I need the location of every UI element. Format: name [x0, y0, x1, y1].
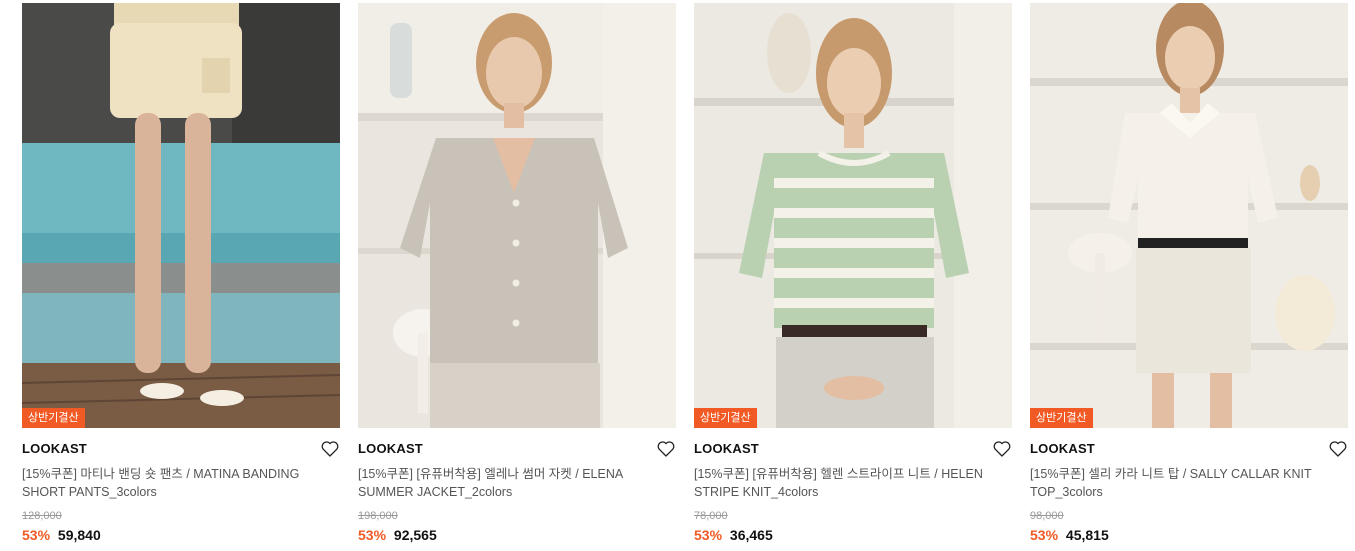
- product-title[interactable]: [15%쿠폰] 셀리 카라 니트 탑 / SALLY CALLAR KNIT T…: [1030, 465, 1348, 501]
- heart-outline-icon[interactable]: [1328, 439, 1348, 459]
- price-line: 53% 45,815: [1030, 526, 1348, 544]
- brand-name[interactable]: LOOKAST: [694, 441, 1012, 457]
- brand-name[interactable]: LOOKAST: [1030, 441, 1348, 457]
- product-card[interactable]: 상반기결산 LOOKAST [15%쿠폰] [유퓨버착용] 헬렌 스트라이프 니…: [694, 3, 1012, 544]
- price-line: 53% 36,465: [694, 526, 1012, 544]
- event-badge: 상반기결산: [1030, 408, 1093, 428]
- price-line: 53% 92,565: [358, 526, 676, 544]
- heart-outline-icon[interactable]: [656, 439, 676, 459]
- product-photo-shorts: [22, 3, 340, 428]
- product-image[interactable]: [358, 3, 676, 428]
- product-card[interactable]: LOOKAST [15%쿠폰] [유퓨버착용] 엘레나 썸머 자켓 / ELEN…: [358, 3, 676, 544]
- product-info: LOOKAST [15%쿠폰] [유퓨버착용] 헬렌 스트라이프 니트 / HE…: [694, 428, 1012, 544]
- product-info: LOOKAST [15%쿠폰] [유퓨버착용] 엘레나 썸머 자켓 / ELEN…: [358, 428, 676, 544]
- product-photo-jacket: [358, 3, 676, 428]
- product-card[interactable]: 상반기결산 LOOKAST [15%쿠폰] 셀리 카라 니트 탑 / SALLY…: [1030, 3, 1348, 544]
- product-card[interactable]: 상반기결산 LOOKAST [15%쿠폰] 마티나 밴딩 숏 팬츠 / MATI…: [22, 3, 340, 544]
- sale-price: 59,840: [57, 527, 101, 543]
- discount-rate: 53%: [694, 527, 723, 543]
- brand-name[interactable]: LOOKAST: [22, 441, 340, 457]
- product-info: LOOKAST [15%쿠폰] 마티나 밴딩 숏 팬츠 / MATINA BAN…: [22, 428, 340, 544]
- heart-outline-icon[interactable]: [992, 439, 1012, 459]
- product-grid: 상반기결산 LOOKAST [15%쿠폰] 마티나 밴딩 숏 팬츠 / MATI…: [22, 3, 1348, 544]
- sale-price: 36,465: [729, 527, 773, 543]
- original-price: 98,000: [1030, 510, 1064, 522]
- heart-outline-icon[interactable]: [320, 439, 340, 459]
- product-image[interactable]: 상반기결산: [694, 3, 1012, 428]
- sale-price: 92,565: [393, 527, 437, 543]
- product-image[interactable]: 상반기결산: [1030, 3, 1348, 428]
- product-photo-collar-top: [1030, 3, 1348, 428]
- event-badge: 상반기결산: [694, 408, 757, 428]
- discount-rate: 53%: [358, 527, 387, 543]
- brand-name[interactable]: LOOKAST: [358, 441, 676, 457]
- sale-price: 45,815: [1065, 527, 1109, 543]
- original-price: 128,000: [22, 510, 62, 522]
- event-badge: 상반기결산: [22, 408, 85, 428]
- product-photo-knit: [694, 3, 1012, 428]
- discount-rate: 53%: [22, 527, 51, 543]
- product-info: LOOKAST [15%쿠폰] 셀리 카라 니트 탑 / SALLY CALLA…: [1030, 428, 1348, 544]
- original-price: 198,000: [358, 510, 398, 522]
- product-title[interactable]: [15%쿠폰] [유퓨버착용] 엘레나 썸머 자켓 / ELENA SUMMER…: [358, 465, 676, 501]
- price-line: 53% 59,840: [22, 526, 340, 544]
- original-price: 78,000: [694, 510, 728, 522]
- product-title[interactable]: [15%쿠폰] [유퓨버착용] 헬렌 스트라이프 니트 / HELEN STRI…: [694, 465, 1012, 501]
- product-title[interactable]: [15%쿠폰] 마티나 밴딩 숏 팬츠 / MATINA BANDING SHO…: [22, 465, 340, 501]
- product-image[interactable]: 상반기결산: [22, 3, 340, 428]
- discount-rate: 53%: [1030, 527, 1059, 543]
